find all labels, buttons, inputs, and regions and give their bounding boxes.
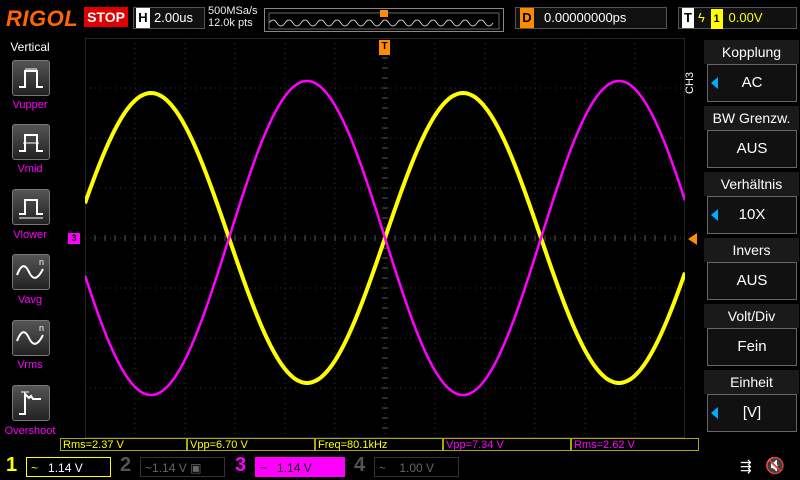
vavg-button[interactable]: n [12, 254, 50, 290]
horizontal-timebase[interactable]: H 2.00us [133, 7, 205, 29]
ch2-scale: 1.14 V [152, 461, 187, 475]
ch3-menu-tag: CH3 [684, 71, 696, 94]
trigger-settings[interactable]: Tϟ 1 0.00V [678, 7, 797, 29]
unit-softkey[interactable]: [V] [707, 394, 797, 432]
top-status-bar: RIGOL STOP H 2.00us 500MSa/s 12.0k pts D0… [0, 0, 800, 38]
measurement-item[interactable]: Vpp=7.34 V [443, 438, 571, 451]
timeline-wave [268, 19, 494, 27]
overshoot-button[interactable] [12, 385, 50, 421]
ch3-scale: 1.14 V [277, 461, 312, 475]
vavg-label: Vavg [17, 294, 43, 306]
bw-limit-softkey[interactable]: AUS [707, 130, 797, 168]
coupling-value: AC [741, 74, 763, 91]
ch4-status[interactable]: ~ 1.00 V [374, 457, 459, 477]
volt-div-softkey[interactable]: Fein [707, 328, 797, 366]
measurement-item[interactable]: Freq=80.1kHz [315, 438, 443, 451]
vrms-icon: n [16, 323, 44, 345]
delay-value: 0.00000000ps [544, 10, 627, 25]
volt-div-heading: Volt/Div [704, 304, 799, 328]
vupper-icon [19, 68, 43, 88]
volt-div-value: Fein [737, 338, 767, 355]
probe-ratio-softkey[interactable]: 10X [707, 196, 797, 234]
overshoot-icon [19, 391, 41, 415]
trigger-channel: 1 [710, 9, 723, 29]
ch1-scale: 1.14 V [48, 461, 83, 475]
bw-limit-icon: ▣ [190, 461, 202, 475]
rising-edge-icon: ϟ [698, 10, 705, 25]
vavg-icon: n [16, 257, 44, 279]
sample-rate: 500MSa/s [208, 5, 258, 17]
unit-heading: Einheit [704, 370, 799, 394]
probe-ratio-value: 10X [738, 206, 766, 223]
vmid-label: Vmid [17, 163, 43, 175]
channel-menu: Kopplung AC BW Grenzw. AUS Verhältnis 10… [703, 38, 800, 438]
memory-timeline [264, 8, 504, 32]
ch3-offset-marker[interactable]: 3 [68, 233, 80, 244]
delay-position[interactable]: D 0.00000000ps [515, 7, 667, 29]
vupper-label: Vupper [12, 99, 48, 111]
vrms-label: Vrms [17, 359, 43, 371]
svg-text:n: n [39, 257, 44, 267]
vlower-label: Vlower [13, 229, 47, 241]
invert-heading: Invers [704, 238, 799, 262]
bw-limit-value: AUS [736, 140, 768, 157]
ch1-status[interactable]: ~ 1.14 V [26, 457, 111, 477]
memory-depth: 12.0k pts [208, 17, 253, 29]
bw-limit-heading: BW Grenzw. [704, 106, 799, 130]
ac-coupling-icon: ~ [379, 461, 387, 475]
vrms-button[interactable]: n [12, 320, 50, 356]
scroll-arrow-icon [711, 407, 718, 419]
coupling-heading: Kopplung [704, 40, 799, 64]
probe-ratio-heading: Verhältnis [704, 172, 799, 196]
ch3-number[interactable]: 3 [235, 454, 246, 477]
trigger-label: T [682, 8, 694, 28]
measurement-item[interactable]: Rms=2.62 V [571, 438, 699, 451]
ac-coupling-icon: ~ [145, 461, 153, 475]
ch3-status[interactable]: ~ 1.14 V [255, 457, 345, 477]
scroll-arrow-icon [711, 209, 718, 221]
timebase-value: 2.00us [154, 10, 194, 25]
trigger-position-marker[interactable]: T [379, 40, 390, 55]
vupper-button[interactable] [12, 60, 50, 96]
ch2-number[interactable]: 2 [120, 454, 131, 477]
ch2-status[interactable]: ~1.14 V ▣ [140, 457, 225, 477]
timeline-trigger-marker [380, 10, 388, 17]
vmid-button[interactable] [12, 124, 50, 160]
waveform-display[interactable] [85, 38, 685, 438]
delay-label: D [520, 8, 534, 28]
scroll-arrow-icon [711, 77, 718, 89]
usb-icon: ⇶ [740, 458, 752, 474]
trigger-level-marker[interactable] [688, 233, 697, 245]
ch4-number[interactable]: 4 [354, 454, 365, 477]
vlower-icon [19, 199, 43, 219]
ac-coupling-icon: ~ [31, 461, 39, 475]
measure-vertical-panel: Vertical Vupper Vmid Vlower n Vavg n Vrm… [0, 38, 60, 438]
horizontal-label: H [136, 8, 150, 28]
rigol-logo: RIGOL [6, 6, 79, 31]
measurement-item[interactable]: Rms=2.37 V [60, 438, 187, 451]
svg-text:n: n [39, 323, 44, 333]
measurement-bar: Rms=2.37 V Vpp=6.70 V Freq=80.1kHz Vpp=7… [60, 438, 703, 452]
run-stop-indicator[interactable]: STOP [84, 7, 128, 27]
ac-coupling-icon: ~ [260, 461, 268, 475]
vlower-button[interactable] [12, 189, 50, 225]
invert-value: AUS [736, 272, 768, 289]
invert-softkey[interactable]: AUS [707, 262, 797, 300]
ch4-scale: 1.00 V [399, 461, 435, 475]
ch1-number[interactable]: 1 [6, 454, 17, 477]
measurement-item[interactable]: Vpp=6.70 V [187, 438, 315, 451]
coupling-softkey[interactable]: AC [707, 64, 797, 102]
vmid-icon [19, 134, 43, 152]
speaker-muted-icon[interactable]: 🔇 [765, 456, 785, 476]
overshoot-label: Overshoot [4, 425, 56, 437]
unit-value: [V] [742, 404, 762, 421]
trigger-level: 0.00V [728, 10, 763, 25]
panel-title: Vertical [10, 40, 50, 54]
channel-status-bar: 1 ~ 1.14 V 2 ~1.14 V ▣ 3 ~ 1.14 V 4 ~ 1.… [0, 452, 800, 480]
sample-info: 500MSa/s 12.0k pts [208, 5, 258, 29]
